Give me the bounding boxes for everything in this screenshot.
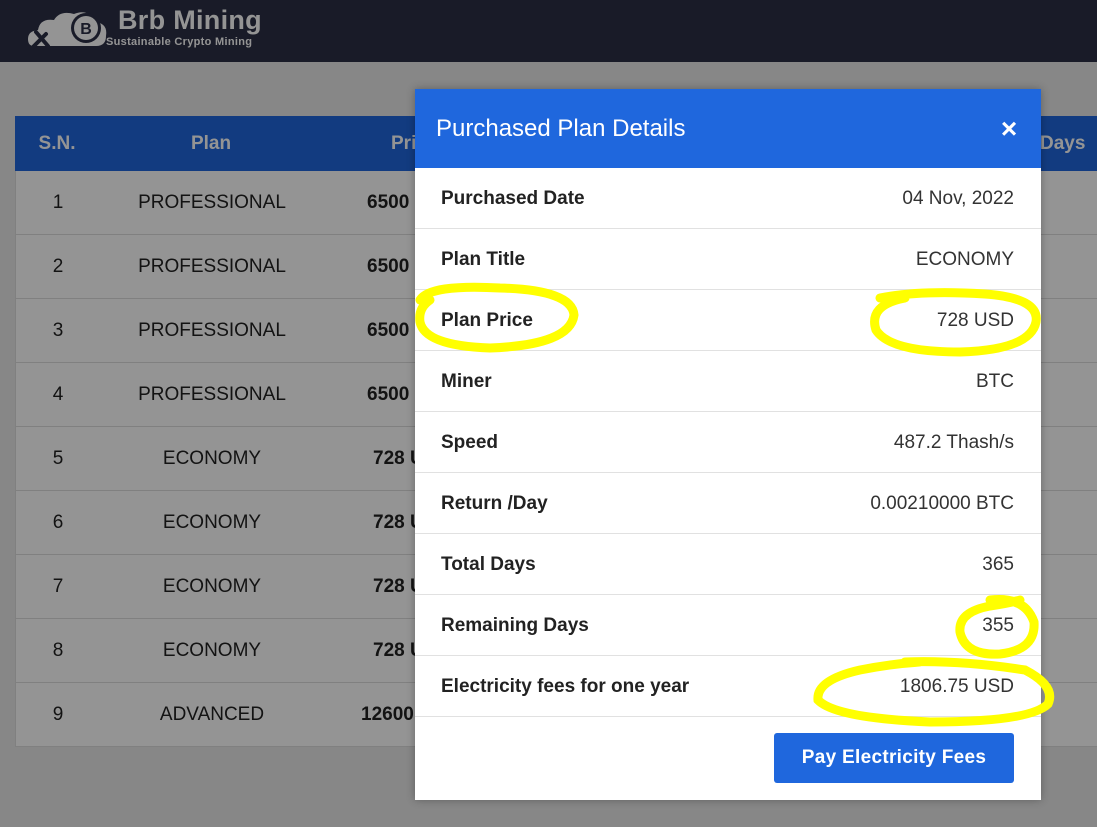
close-icon[interactable]: ×	[991, 111, 1027, 147]
detail-row-return-per-day: Return /Day 0.00210000 BTC	[415, 473, 1041, 534]
modal-header: Purchased Plan Details ×	[415, 89, 1041, 168]
plan-details-modal: Purchased Plan Details × Purchased Date …	[415, 89, 1041, 800]
detail-value: 04 Nov, 2022	[902, 188, 1014, 209]
detail-value: 365	[982, 554, 1014, 575]
detail-label: Electricity fees for one year	[441, 676, 690, 697]
detail-value: BTC	[976, 371, 1014, 392]
detail-value: 728 USD	[936, 310, 1014, 331]
detail-label: Miner	[441, 371, 492, 392]
detail-value: 1806.75 USD	[899, 676, 1014, 697]
detail-row-plan-price: Plan Price 728 USD	[415, 290, 1041, 351]
detail-value: 355	[982, 615, 1014, 636]
detail-row-speed: Speed 487.2 Thash/s	[415, 412, 1041, 473]
detail-value: ECONOMY	[915, 249, 1014, 270]
detail-row-purchased-date: Purchased Date 04 Nov, 2022	[415, 168, 1041, 229]
detail-row-miner: Miner BTC	[415, 351, 1041, 412]
detail-label: Speed	[441, 432, 499, 453]
detail-row-electricity-fees: Electricity fees for one year 1806.75 US…	[415, 656, 1041, 717]
detail-row-plan-title: Plan Title ECONOMY	[415, 229, 1041, 290]
pay-electricity-fees-button[interactable]: Pay Electricity Fees	[774, 733, 1014, 783]
detail-row-remaining-days: Remaining Days 355	[415, 595, 1041, 656]
detail-label: Plan Title	[441, 249, 526, 270]
modal-title: Purchased Plan Details	[436, 115, 686, 142]
detail-label: Purchased Date	[441, 188, 585, 209]
detail-row-total-days: Total Days 365	[415, 534, 1041, 595]
detail-label: Plan Price	[441, 310, 533, 331]
detail-label: Return /Day	[441, 493, 548, 514]
detail-value: 0.00210000 BTC	[870, 493, 1014, 514]
detail-label: Remaining Days	[441, 615, 589, 636]
detail-label: Total Days	[441, 554, 536, 575]
detail-value: 487.2 Thash/s	[893, 432, 1014, 453]
